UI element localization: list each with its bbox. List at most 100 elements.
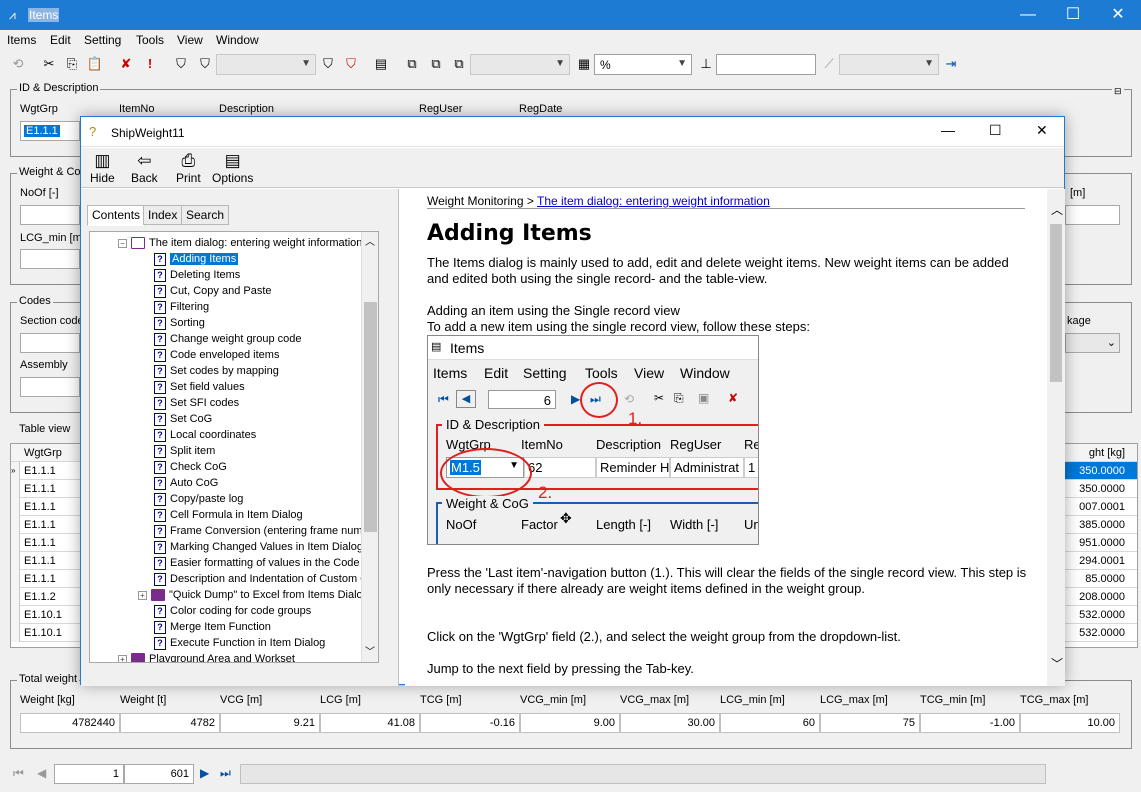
first-record-icon[interactable]: ⏮ [13, 766, 24, 781]
menu-items[interactable]: Items [7, 33, 36, 47]
copy-records-icon[interactable]: ⧉ [403, 55, 421, 73]
tab-search[interactable]: Search [181, 205, 230, 225]
cut-icon[interactable]: ✂ [40, 55, 58, 73]
tree-topic-item[interactable]: ? Split item [154, 443, 215, 459]
tab-index[interactable]: Index [143, 205, 183, 225]
help-maximize-button[interactable]: ☐ [989, 122, 1002, 139]
lcg-min-field[interactable] [20, 249, 80, 269]
help-minimize-button[interactable]: — [941, 122, 955, 138]
properties-icon[interactable]: ▤ [372, 55, 390, 73]
tree-topic-item[interactable]: ? Set CoG [154, 411, 212, 427]
menu-edit[interactable]: Edit [50, 33, 71, 47]
content-scroll-thumb[interactable] [1050, 224, 1062, 382]
pin-icon[interactable]: ⇥ [942, 55, 960, 73]
filter-remove-icon[interactable]: ⛉ [342, 55, 360, 73]
tree-topic-item[interactable]: ? Adding Items [154, 251, 239, 267]
calculator-icon[interactable]: ▦ [575, 55, 593, 73]
package-combo[interactable]: ⌄ [1065, 333, 1120, 353]
tree-topic-item[interactable]: ? Frame Conversion (entering frame numb [154, 523, 369, 539]
last-record-icon[interactable]: ⏭ [220, 766, 231, 781]
tree-topic-item[interactable]: ? Filtering [154, 299, 209, 315]
embedded-screenshot: ▤ Items Items Edit Setting Tools View Wi… [427, 335, 759, 545]
tree-topic-item[interactable]: ? Sorting [154, 315, 205, 331]
tree-topic-item[interactable]: ? Easier formatting of values in the Code… [154, 555, 366, 571]
print-button[interactable]: ⎙ Print [176, 151, 201, 185]
options-button[interactable]: ▤ Options [212, 151, 253, 185]
maximize-button[interactable]: ☐ [1050, 0, 1096, 30]
tree-scrollbar[interactable]: ︿ ﹀ [361, 232, 378, 662]
tree-topic-item[interactable]: ? Local coordinates [154, 427, 256, 443]
tree-topic-item[interactable]: ? Set SFI codes [154, 395, 239, 411]
move-cursor-icon: ✥ [560, 510, 572, 526]
expand-icon[interactable]: + [138, 590, 147, 600]
window-title: Items [28, 8, 60, 22]
tree-scroll-thumb[interactable] [364, 302, 377, 532]
tree-topic-item[interactable]: ? Auto CoG [154, 475, 218, 491]
undo-icon[interactable]: ⟲ [9, 55, 27, 73]
prev-record-icon[interactable]: ◀ [37, 766, 46, 780]
paste-icon[interactable]: 📋 [86, 55, 104, 73]
tree-topic-item[interactable]: ? Merge Item Function [154, 619, 271, 635]
menu-setting[interactable]: Setting [84, 33, 121, 47]
close-button[interactable]: ✕ [1095, 0, 1141, 30]
scroll-down-icon[interactable]: ﹀ [1051, 655, 1063, 672]
tree-topic-item[interactable]: ? Copy/paste log [154, 491, 243, 507]
next-record-icon[interactable]: ▶ [200, 766, 209, 780]
tree-root-item[interactable]: − The item dialog: entering weight inform… [118, 235, 362, 251]
tab-contents[interactable]: Contents [87, 205, 146, 226]
group-combo[interactable]: ▼ [470, 54, 570, 75]
chart-icon[interactable]: ⟋ [820, 55, 838, 73]
tree-topic-item[interactable]: ? Marking Changed Values in Item Dialog [154, 539, 363, 555]
delete-icon[interactable]: ✘ [117, 55, 135, 73]
filter-selection-icon[interactable]: ⛉ [196, 55, 214, 73]
help-close-button[interactable]: ✕ [1036, 122, 1048, 139]
hide-button[interactable]: ▥ Hide [90, 151, 115, 185]
tree-topic-item[interactable]: ? Description and Indentation of Custom C [154, 571, 368, 587]
right-field[interactable] [1065, 205, 1120, 225]
assembly-field[interactable] [20, 377, 80, 397]
record-number-field[interactable]: 1 [54, 764, 124, 784]
filter-apply-icon[interactable]: ⛉ [319, 55, 337, 73]
tree-topic-label: Filtering [170, 301, 210, 313]
search-field[interactable] [716, 54, 816, 75]
breadcrumb-root[interactable]: Weight Monitoring [427, 194, 524, 208]
breadcrumb-link[interactable]: The item dialog: entering weight informa… [537, 194, 770, 208]
expand-icon[interactable]: + [118, 654, 127, 662]
content-scrollbar[interactable]: ︿ ﹀ [1047, 189, 1065, 686]
section-code-field[interactable] [20, 333, 80, 353]
percent-combo[interactable]: % ▼ [594, 54, 692, 75]
minimize-button[interactable]: — [1005, 0, 1051, 30]
tree-topic-item[interactable]: ? Cell Formula in Item Dialog [154, 507, 303, 523]
copy-records-3-icon[interactable]: ⧉ [450, 55, 468, 73]
alert-icon[interactable]: ! [141, 55, 159, 73]
tree-topic-item[interactable]: ? Color coding for code groups [154, 603, 311, 619]
tree-book-item[interactable]: + "Quick Dump" to Excel from Items Dialo [138, 587, 363, 603]
paragraph-step2: Click on the 'WgtGrp' field (2.), and se… [427, 629, 901, 644]
back-button[interactable]: ⇦ Back [131, 151, 158, 185]
scroll-down-icon[interactable]: ﹀ [365, 643, 375, 658]
chart-combo[interactable]: ▼ [839, 54, 939, 75]
filter-icon[interactable]: ⛉ [172, 55, 190, 73]
tree-topic-item[interactable]: ? Set codes by mapping [154, 363, 279, 379]
tree-topic-item[interactable]: ? Set field values [154, 379, 245, 395]
menu-window[interactable]: Window [216, 33, 259, 47]
menu-view[interactable]: View [177, 33, 203, 47]
tree-icon[interactable]: ⊥ [697, 55, 715, 73]
wgtgrp-field[interactable]: E1.1.1 [20, 121, 80, 141]
tree-topic-item[interactable]: ? Check CoG [154, 459, 227, 475]
scroll-up-icon[interactable]: ︿ [1051, 201, 1063, 218]
noof-field[interactable] [20, 205, 80, 225]
tree-topic-item[interactable]: ? Deleting Items [154, 267, 240, 283]
scroll-up-icon[interactable]: ︿ [365, 233, 375, 248]
copy-icon[interactable]: ⎘ [63, 55, 81, 73]
tree-topic-item[interactable]: ? Code enveloped items [154, 347, 279, 363]
tree-topic-item[interactable]: ? Cut, Copy and Paste [154, 283, 272, 299]
tree-topic-item[interactable]: ? Change weight group code [154, 331, 301, 347]
filter-combo[interactable]: ▼ [216, 54, 316, 75]
tree-topic-item[interactable]: ? Execute Function in Item Dialog [154, 635, 325, 651]
tree-last-item[interactable]: + Playground Area and Workset [118, 651, 295, 662]
menu-tools[interactable]: Tools [136, 33, 164, 47]
collapse-icon[interactable]: ⊟ [1112, 86, 1124, 97]
collapse-icon[interactable]: − [118, 238, 127, 248]
copy-records-2-icon[interactable]: ⧉ [427, 55, 445, 73]
